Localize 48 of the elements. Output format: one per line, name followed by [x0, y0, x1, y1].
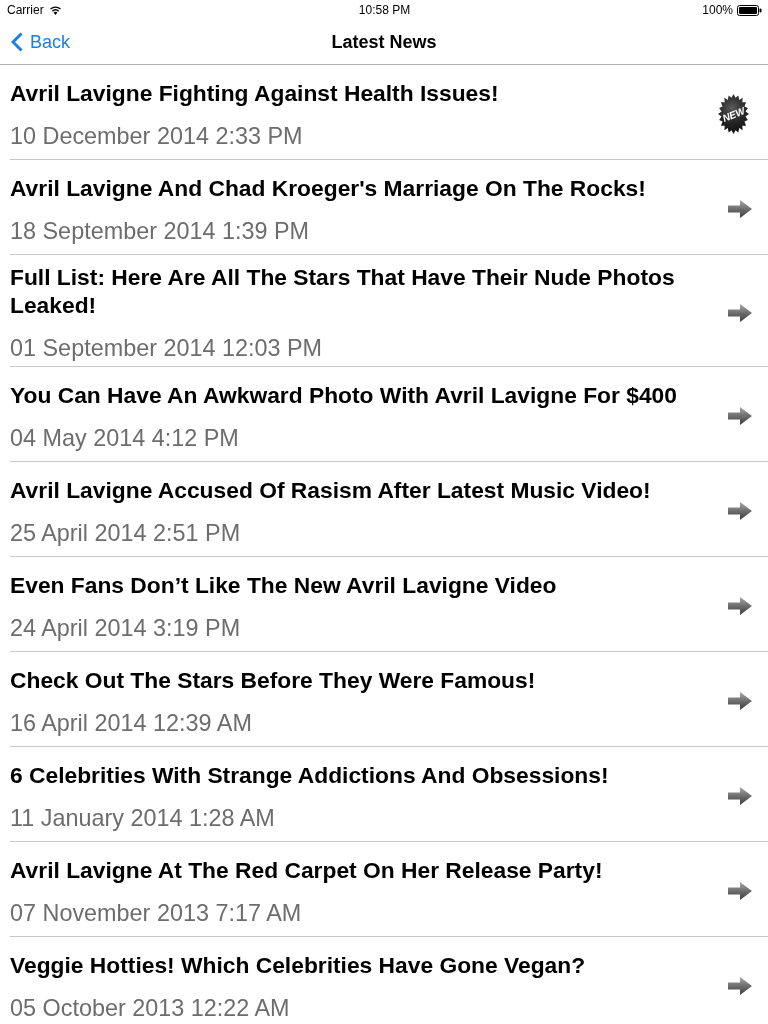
carrier-label: Carrier — [7, 3, 44, 17]
news-list-item[interactable]: Avril Lavigne At The Red Carpet On Her Release Party! 07 November 2013 7:17 AM — [10, 842, 768, 937]
arrow-right-icon — [728, 303, 752, 322]
news-headline: Avril Lavigne Accused Of Rasism After Latest Music Video! — [10, 475, 652, 504]
news-list-item[interactable]: Full List: Here Are All The Stars That Have Their Nude Photos Leaked! 01 September 2014 12:03 PM — [10, 255, 768, 367]
news-date: 01 September 2014 12:03 PM — [10, 334, 323, 362]
news-list-item[interactable]: Avril Lavigne And Chad Kroeger's Marriage On The Rocks! 18 September 2014 1:39 PM — [10, 160, 768, 255]
news-headline: Veggie Hotties! Which Celebrities Have Gone Vegan? — [10, 950, 587, 979]
news-list-item[interactable]: Avril Lavigne Fighting Against Health Issues! 10 December 2014 2:33 PM NEW — [10, 65, 768, 160]
chevron-left-icon — [11, 32, 23, 52]
news-date: 16 April 2014 12:39 AM — [10, 708, 252, 737]
news-date: 11 January 2014 1:28 AM — [10, 803, 275, 832]
battery-percent: 100% — [702, 3, 733, 17]
news-date: 05 October 2013 12:22 AM — [10, 993, 290, 1022]
news-date: 24 April 2014 3:19 PM — [10, 613, 241, 642]
arrow-right-icon — [728, 597, 752, 615]
arrow-right-icon — [728, 977, 752, 995]
arrow-right-icon — [728, 692, 752, 710]
news-list-item[interactable]: Avril Lavigne Accused Of Rasism After Latest Music Video! 25 April 2014 2:51 PM — [10, 462, 768, 557]
arrow-right-icon — [728, 502, 752, 520]
back-button[interactable]: Back — [11, 20, 71, 64]
news-list-item[interactable]: Check Out The Stars Before They Were Famous! 16 April 2014 12:39 AM — [10, 652, 768, 747]
news-list-item[interactable]: Even Fans Don’t Like The New Avril Lavigne Video 24 April 2014 3:19 PM — [10, 557, 768, 652]
screen-title: Latest News — [331, 31, 437, 53]
news-headline: You Can Have An Awkward Photo With Avril Lavigne For $400 — [10, 380, 678, 409]
wifi-icon — [48, 5, 62, 15]
news-headline: Full List: Here Are All The Stars That Have Their Nude Photos Leaked! — [10, 263, 676, 319]
news-date: 04 May 2014 4:12 PM — [10, 423, 239, 452]
news-date: 07 November 2013 7:17 AM — [10, 898, 302, 927]
status-time: 10:58 PM — [358, 3, 411, 17]
battery-icon — [737, 4, 762, 16]
news-date: 18 September 2014 1:39 PM — [10, 216, 310, 245]
news-date: 10 December 2014 2:33 PM — [10, 121, 303, 150]
arrow-right-icon — [728, 407, 752, 425]
arrow-right-icon — [728, 882, 752, 900]
new-badge: NEW — [718, 94, 749, 134]
news-list-item[interactable]: Veggie Hotties! Which Celebrities Have Gone Vegan? 05 October 2013 12:22 AM — [10, 937, 768, 1024]
news-headline: Even Fans Don’t Like The New Avril Lavigne Video — [10, 570, 558, 599]
arrow-right-icon — [728, 787, 752, 805]
arrow-right-icon — [728, 200, 752, 218]
news-headline: Avril Lavigne Fighting Against Health Issues! — [10, 78, 500, 107]
news-headline: Avril Lavigne And Chad Kroeger's Marriage On The Rocks! — [10, 173, 647, 202]
news-list-item[interactable]: You Can Have An Awkward Photo With Avril Lavigne For $400 04 May 2014 4:12 PM — [10, 367, 768, 462]
news-headline: Check Out The Stars Before They Were Famous! — [10, 665, 537, 694]
news-headline: 6 Celebrities With Strange Addictions And Obsessions! — [10, 760, 610, 789]
news-date: 25 April 2014 2:51 PM — [10, 518, 241, 547]
news-headline: Avril Lavigne At The Red Carpet On Her Release Party! — [10, 855, 604, 884]
news-list-item[interactable]: 6 Celebrities With Strange Addictions And Obsessions! 11 January 2014 1:28 AM — [10, 747, 768, 842]
